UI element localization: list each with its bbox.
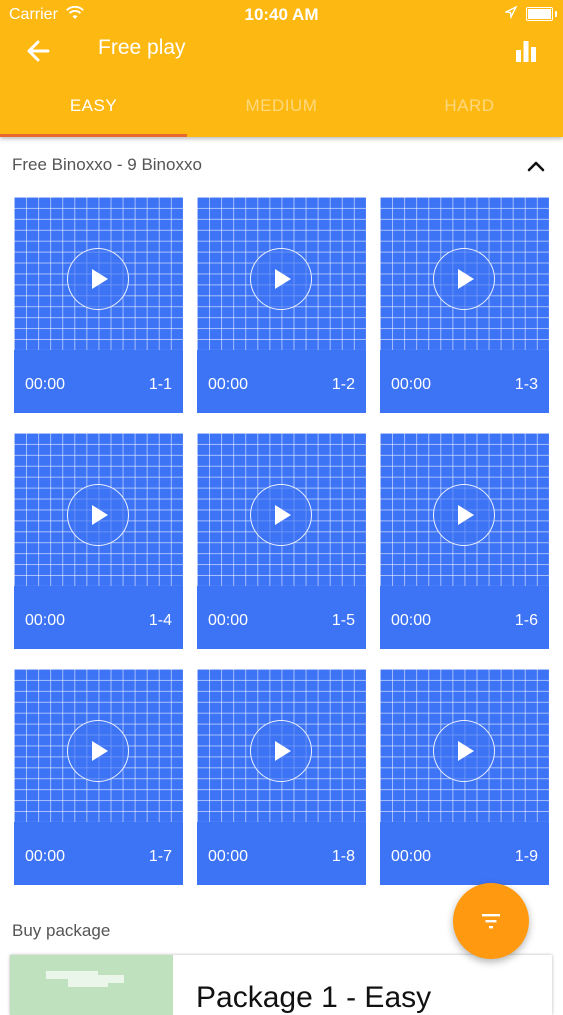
play-icon: [92, 505, 108, 525]
play-button[interactable]: [433, 720, 495, 782]
puzzle-card-1-9[interactable]: 00:00 1-9: [380, 669, 549, 885]
tab-hard[interactable]: HARD: [376, 96, 563, 116]
puzzle-time: 00:00: [25, 376, 66, 393]
section-title: Free Binoxxo - 9 Binoxxo: [12, 155, 202, 174]
puzzle-time: 00:00: [391, 612, 432, 629]
puzzle-id: 1-6: [514, 612, 538, 629]
status-time: 10:40 AM: [244, 5, 319, 24]
puzzle-time: 00:00: [391, 376, 432, 393]
collapse-button[interactable]: [525, 155, 547, 177]
status-bar: Carrier 10:40 AM: [0, 0, 563, 30]
puzzle-id: 1-4: [148, 612, 172, 629]
puzzle-card-1-4[interactable]: 00:00 1-4: [14, 433, 183, 649]
play-button[interactable]: [67, 248, 129, 310]
play-button[interactable]: [67, 720, 129, 782]
puzzle-card-1-1[interactable]: 00:00 1-1: [14, 197, 183, 413]
package-card[interactable]: Package 1 - Easy: [10, 955, 552, 1015]
puzzle-time: 00:00: [25, 612, 66, 629]
puzzle-id: 1-7: [148, 848, 172, 865]
puzzle-card-1-5[interactable]: 00:00 1-5: [197, 433, 366, 649]
back-button[interactable]: [24, 36, 54, 66]
page-title: Free play: [98, 36, 186, 59]
play-button[interactable]: [250, 248, 312, 310]
puzzle-card-1-6[interactable]: 00:00 1-6: [380, 433, 549, 649]
puzzle-id: 1-2: [331, 376, 355, 393]
play-icon: [92, 269, 108, 289]
puzzle-time: 00:00: [391, 848, 432, 865]
difficulty-tabs: EASY MEDIUM HARD: [0, 84, 563, 137]
package-thumbnail: [10, 955, 173, 1015]
buy-package-title: Buy package: [12, 921, 111, 940]
play-button[interactable]: [67, 484, 129, 546]
arrow-left-icon: [27, 40, 50, 62]
play-button[interactable]: [433, 248, 495, 310]
puzzle-time: 00:00: [208, 376, 249, 393]
stats-button[interactable]: [511, 36, 541, 66]
play-icon: [275, 269, 291, 289]
tab-medium[interactable]: MEDIUM: [188, 96, 375, 116]
puzzle-time: 00:00: [208, 612, 249, 629]
tab-easy[interactable]: EASY: [0, 96, 187, 116]
puzzle-id: 1-5: [331, 612, 355, 629]
puzzle-time: 00:00: [25, 848, 66, 865]
puzzle-id: 1-3: [514, 376, 538, 393]
puzzle-card-1-7[interactable]: 00:00 1-7: [14, 669, 183, 885]
play-icon: [92, 741, 108, 761]
play-button[interactable]: [250, 484, 312, 546]
puzzle-card-1-8[interactable]: 00:00 1-8: [197, 669, 366, 885]
play-button[interactable]: [250, 720, 312, 782]
puzzle-card-1-2[interactable]: 00:00 1-2: [197, 197, 366, 413]
filter-icon: [482, 914, 500, 929]
play-icon: [275, 505, 291, 525]
puzzle-id: 1-9: [514, 848, 538, 865]
puzzle-id: 1-1: [148, 376, 172, 393]
chevron-up-icon: [527, 161, 545, 172]
play-icon: [458, 269, 474, 289]
puzzle-time: 00:00: [208, 848, 249, 865]
tab-indicator: [0, 134, 187, 137]
puzzle-id: 1-8: [331, 848, 355, 865]
app-bar: Carrier 10:40 AM Free play EASY MEDIUM H…: [0, 0, 563, 137]
play-icon: [275, 741, 291, 761]
filter-button[interactable]: [453, 883, 529, 959]
play-icon: [458, 741, 474, 761]
play-button[interactable]: [433, 484, 495, 546]
play-icon: [458, 505, 474, 525]
puzzle-card-1-3[interactable]: 00:00 1-3: [380, 197, 549, 413]
package-title: Package 1 - Easy: [196, 981, 432, 1014]
bar-chart-icon: [516, 41, 536, 62]
battery-icon: [526, 7, 557, 21]
location-icon: [503, 5, 518, 20]
